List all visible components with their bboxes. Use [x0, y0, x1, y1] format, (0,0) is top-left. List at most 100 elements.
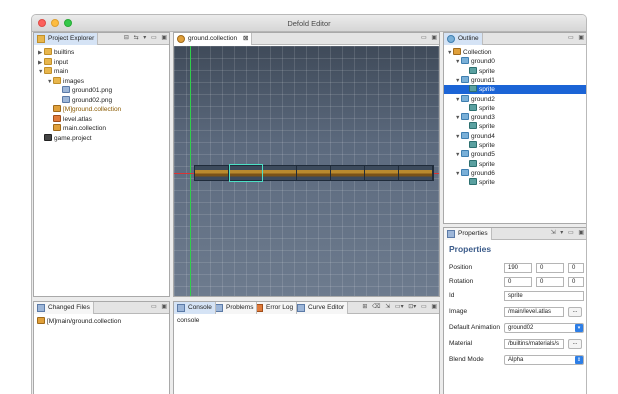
minimize-panel-icon[interactable]: ▭ — [568, 229, 574, 236]
folder-icon — [53, 76, 61, 84]
blend-mode-select[interactable]: Alpha ⇕ — [504, 355, 584, 365]
console-panel: Curve Editor Error Log Problems Console ⊞ ⌫… — [173, 301, 440, 394]
close-window-button[interactable] — [38, 19, 46, 27]
image-browse-button[interactable]: ... — [568, 307, 582, 317]
changed-files-list: [M]main/ground.collection — [34, 315, 169, 394]
outline-item[interactable]: ▼ ground4 — [455, 131, 495, 141]
tab-curve-editor[interactable]: Curve Editor — [294, 302, 349, 314]
tree-item[interactable]: [M]ground.collection — [47, 105, 121, 114]
outline-child-item[interactable]: sprite — [469, 103, 495, 113]
outline-child-item[interactable]: sprite — [469, 159, 495, 169]
scene-viewport[interactable] — [174, 46, 439, 296]
position-x-field[interactable]: 190 — [504, 263, 532, 273]
changed-files-icon — [37, 304, 45, 312]
view-menu-icon[interactable]: ▾ — [143, 34, 146, 41]
maximize-panel-icon[interactable]: ▣ — [431, 34, 437, 41]
changed-files-panel: Changed Files ▭ ▣ [M]main/ground.collect… — [33, 301, 170, 394]
tree-item[interactable]: level.atlas — [47, 114, 92, 124]
outline-child-label: sprite — [479, 179, 495, 187]
outline-child-label: sprite — [479, 104, 495, 112]
outline-child-item[interactable]: sprite — [469, 178, 495, 187]
minimize-panel-icon[interactable]: ▭ — [421, 303, 427, 310]
rotation-x-field[interactable]: 0 — [504, 277, 532, 287]
minimize-window-button[interactable] — [51, 19, 59, 27]
outline-item[interactable]: ▼ ground2 — [455, 94, 495, 104]
tab-label: Problems — [226, 304, 254, 311]
sprite-icon — [469, 178, 477, 186]
tab-error-log[interactable]: Error Log — [252, 302, 298, 314]
list-item[interactable]: [M]main/ground.collection — [37, 317, 121, 326]
display-console-icon[interactable]: ▭▾ — [395, 303, 404, 310]
ground-tile-sprite[interactable] — [365, 166, 399, 180]
outline-item[interactable]: ▼ ground1 — [455, 75, 495, 85]
outline-child-item[interactable]: sprite — [444, 85, 586, 95]
clear-console-icon[interactable]: ⌫ — [372, 303, 380, 310]
maximize-panel-icon[interactable]: ▣ — [578, 34, 584, 41]
panel-toolbar: ⊟ ⇆ ▾ ▭ ▣ — [121, 34, 167, 44]
image-field[interactable]: /main/level.atlas — [504, 307, 564, 317]
tree-item-label: game.project — [54, 134, 92, 142]
outline-child-item[interactable]: sprite — [469, 66, 495, 76]
maximize-window-button[interactable] — [64, 19, 72, 27]
tree-item-label: ground01.png — [72, 87, 113, 94]
console-output[interactable]: console — [177, 317, 199, 324]
minimize-panel-icon[interactable]: ▭ — [568, 34, 574, 41]
rotation-z-field[interactable]: 0 — [568, 277, 584, 287]
maximize-panel-icon[interactable]: ▣ — [161, 34, 167, 41]
tree-item[interactable]: ▶ builtins — [38, 48, 74, 57]
outline-item[interactable]: ▼ ground0 — [455, 57, 495, 66]
tab-ground-collection[interactable]: ground.collection ⊠ — [174, 33, 253, 45]
id-field[interactable]: sprite — [504, 291, 584, 301]
minimize-panel-icon[interactable]: ▭ — [421, 34, 427, 41]
pin-icon[interactable]: ⇲ — [551, 229, 556, 236]
open-console-icon[interactable]: ⊡▾ — [408, 303, 416, 310]
default-animation-select[interactable]: ground02 ▾ — [504, 323, 584, 333]
tab-problems[interactable]: Problems — [212, 302, 258, 314]
view-menu-icon[interactable]: ▾ — [560, 229, 563, 236]
link-editor-icon[interactable]: ⇆ — [134, 34, 139, 41]
maximize-panel-icon[interactable]: ▣ — [578, 229, 584, 236]
tree-item[interactable]: ground02.png — [56, 95, 112, 105]
tab-outline[interactable]: Outline — [444, 33, 483, 45]
tree-item[interactable]: ▼ main — [38, 67, 68, 76]
maximize-panel-icon[interactable]: ▣ — [161, 303, 167, 310]
outline-item[interactable]: ▼ ground5 — [455, 150, 495, 159]
tab-properties[interactable]: Properties — [444, 228, 492, 240]
ground-tile-sprite[interactable] — [263, 166, 297, 180]
outline-child-item[interactable]: sprite — [469, 141, 495, 150]
outline-child-item[interactable]: sprite — [469, 122, 495, 131]
tree-item[interactable]: game.project — [38, 133, 92, 143]
maximize-panel-icon[interactable]: ▣ — [431, 303, 437, 310]
outline-root[interactable]: ▼ Collection — [447, 48, 492, 57]
ground-tile-sprite[interactable] — [399, 166, 433, 180]
pin-console-icon[interactable]: ⇲ — [385, 303, 390, 310]
tab-changed-files[interactable]: Changed Files — [34, 302, 94, 314]
ground-tile-sprite[interactable] — [331, 166, 365, 180]
ground-tile-sprite[interactable] — [195, 166, 229, 180]
tree-item[interactable]: main.collection — [47, 124, 106, 133]
close-tab-icon[interactable]: ⊠ — [243, 35, 248, 42]
panel-toolbar: ▭ ▣ — [565, 34, 584, 44]
new-console-icon[interactable]: ⊞ — [362, 303, 367, 310]
position-z-field[interactable]: 0 — [568, 263, 584, 273]
outline-item-label: ground5 — [471, 151, 495, 159]
outline-icon — [447, 35, 455, 43]
tab-project-explorer[interactable]: Project Explorer — [34, 33, 99, 45]
tree-item[interactable]: ▶ input — [38, 57, 68, 67]
tree-item[interactable]: ground01.png — [56, 86, 112, 95]
outline-item[interactable]: ▼ ground3 — [455, 113, 495, 122]
material-field[interactable]: /builtins/materials/s — [504, 339, 564, 349]
outline-panel: Outline ▭ ▣ ▼ Collection ▼ ground0 sprite ▼ gr… — [443, 32, 586, 224]
position-y-field[interactable]: 0 — [536, 263, 564, 273]
minimize-panel-icon[interactable]: ▭ — [151, 34, 157, 41]
material-browse-button[interactable]: ... — [568, 339, 582, 349]
id-label: Id — [449, 292, 455, 299]
tree-item[interactable]: ▼ images — [47, 76, 84, 86]
ground-tile-sprite[interactable] — [297, 166, 331, 180]
game-object-icon — [461, 94, 469, 102]
tab-console[interactable]: Console — [174, 302, 216, 314]
minimize-panel-icon[interactable]: ▭ — [151, 303, 157, 310]
outline-item[interactable]: ▼ ground6 — [455, 168, 495, 178]
rotation-y-field[interactable]: 0 — [536, 277, 564, 287]
collapse-all-icon[interactable]: ⊟ — [124, 34, 129, 41]
